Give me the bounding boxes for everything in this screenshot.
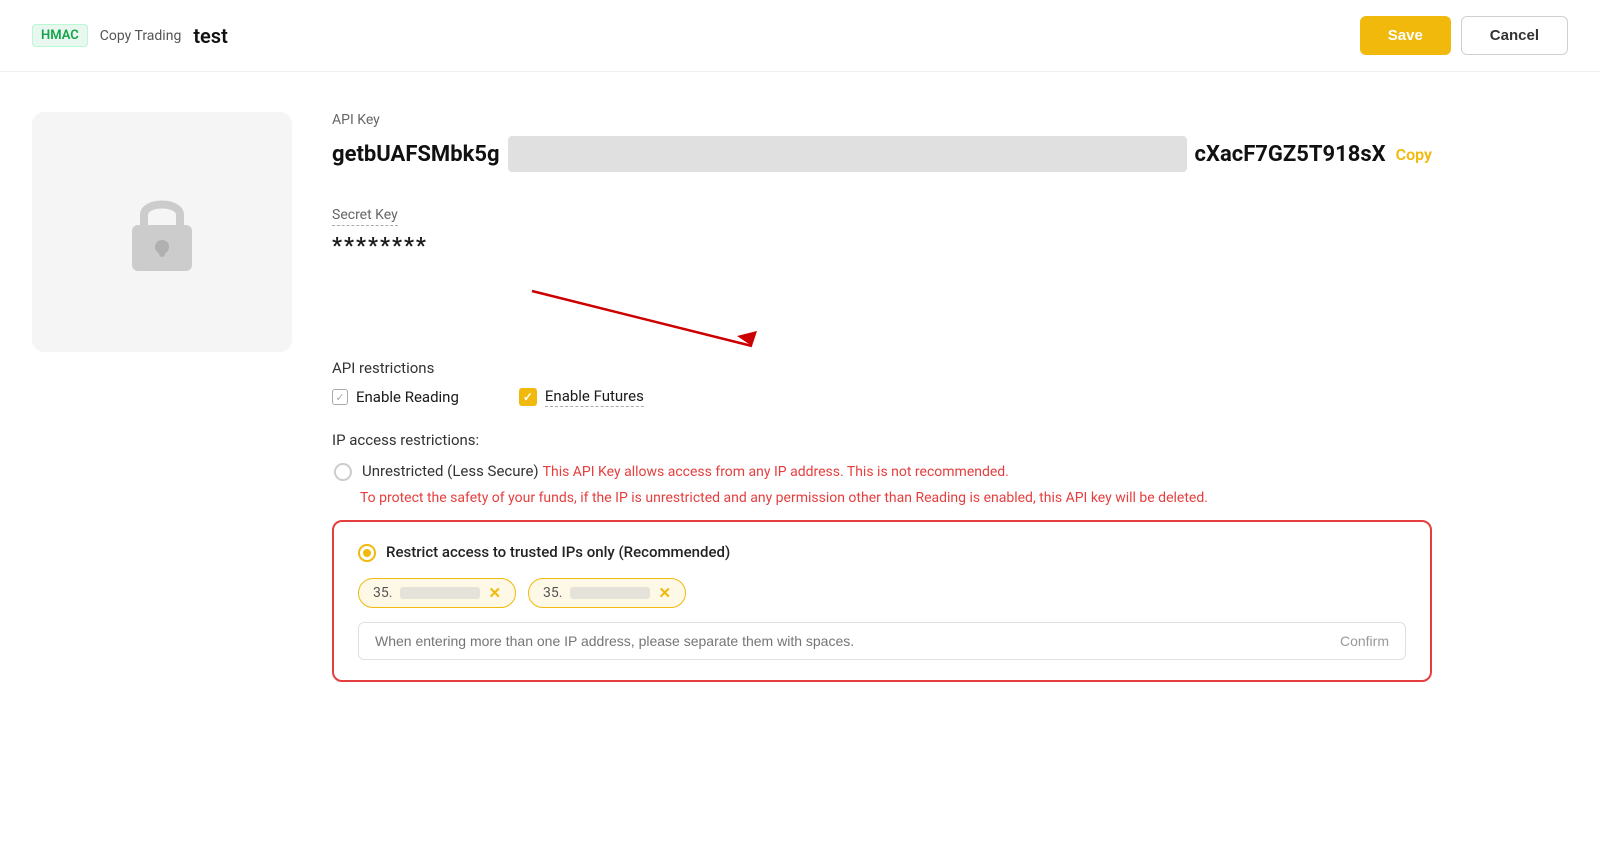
- ip-tag-2-blur: [570, 587, 650, 599]
- main-content: API Key getbUAFSMbk5g cXacF7GZ5T918sX Co…: [0, 72, 1600, 742]
- enable-futures-checkbox[interactable]: ✓: [519, 388, 537, 406]
- copy-button[interactable]: Copy: [1396, 145, 1432, 164]
- ip-address-input[interactable]: [375, 633, 1340, 649]
- lock-panel: [32, 112, 292, 352]
- api-key-suffix: cXacF7GZ5T918sX: [1195, 142, 1386, 167]
- api-restrictions-title: API restrictions: [332, 359, 1432, 377]
- header-actions: Save Cancel: [1360, 16, 1568, 55]
- ip-tag-1: 35. ✕: [358, 578, 516, 608]
- page-title: test: [193, 24, 227, 48]
- header: HMAC Copy Trading test Save Cancel: [0, 0, 1600, 72]
- ip-tag-2-remove[interactable]: ✕: [658, 584, 671, 602]
- ip-tags-row: 35. ✕ 35. ✕: [358, 578, 1406, 608]
- api-key-blur: [508, 136, 1187, 172]
- ip-tag-1-remove[interactable]: ✕: [488, 584, 501, 602]
- warning-block: To protect the safety of your funds, if …: [360, 487, 1432, 506]
- ip-restrictions-title: IP access restrictions:: [332, 431, 1432, 449]
- lock-icon: [122, 187, 202, 277]
- warning-inline: This API Key allows access from any IP a…: [543, 464, 1009, 480]
- secret-key-value: ********: [332, 234, 1432, 259]
- warning-block-text: To protect the safety of your funds, if …: [360, 490, 1208, 506]
- secret-key-section: Secret Key ********: [332, 204, 1432, 259]
- api-key-prefix: getbUAFSMbk5g: [332, 142, 500, 167]
- ip-tag-2-prefix: 35.: [543, 585, 562, 601]
- recommended-row: Restrict access to trusted IPs only (Rec…: [358, 542, 1406, 562]
- save-button[interactable]: Save: [1360, 16, 1451, 55]
- arrow-annotation: [332, 291, 1432, 351]
- recommended-label: Restrict access to trusted IPs only (Rec…: [386, 543, 730, 561]
- ip-restrictions-section: IP access restrictions: Unrestricted (Le…: [332, 431, 1432, 682]
- unrestricted-option-row: Unrestricted (Less Secure) This API Key …: [332, 461, 1432, 481]
- checkboxes-row: ✓ Enable Reading ✓ Enable Futures: [332, 387, 1432, 407]
- content-area: API Key getbUAFSMbk5g cXacF7GZ5T918sX Co…: [332, 112, 1432, 702]
- enable-reading-label: Enable Reading: [356, 388, 459, 406]
- badge-copy-trading: Copy Trading: [100, 28, 182, 44]
- ip-tag-1-blur: [400, 587, 480, 599]
- enable-futures-label: Enable Futures: [545, 387, 644, 407]
- recommended-radio[interactable]: [358, 544, 376, 562]
- api-key-label: API Key: [332, 112, 1432, 128]
- lock-svg-icon: [122, 187, 202, 277]
- enable-futures-item: ✓ Enable Futures: [519, 387, 644, 407]
- secret-key-label: Secret Key: [332, 207, 398, 226]
- badge-hmac: HMAC: [32, 24, 88, 47]
- unrestricted-label: Unrestricted (Less Secure): [362, 462, 539, 480]
- ip-tag-1-prefix: 35.: [373, 585, 392, 601]
- recommended-box: Restrict access to trusted IPs only (Rec…: [332, 520, 1432, 682]
- confirm-button[interactable]: Confirm: [1340, 633, 1389, 649]
- check-mark-yellow: ✓: [523, 390, 533, 404]
- api-restrictions-section: API restrictions ✓ Enable Reading ✓ Enab…: [332, 359, 1432, 407]
- unrestricted-radio[interactable]: [334, 463, 352, 481]
- ip-tag-2: 35. ✕: [528, 578, 686, 608]
- enable-reading-checkbox[interactable]: ✓: [332, 389, 348, 405]
- ip-input-row: Confirm: [358, 622, 1406, 660]
- unrestricted-text-block: Unrestricted (Less Secure) This API Key …: [362, 461, 1009, 480]
- cancel-button[interactable]: Cancel: [1461, 16, 1568, 55]
- arrow-svg: [512, 281, 792, 361]
- check-mark: ✓: [335, 391, 344, 404]
- enable-reading-item: ✓ Enable Reading: [332, 388, 459, 406]
- api-key-row: getbUAFSMbk5g cXacF7GZ5T918sX Copy: [332, 136, 1432, 172]
